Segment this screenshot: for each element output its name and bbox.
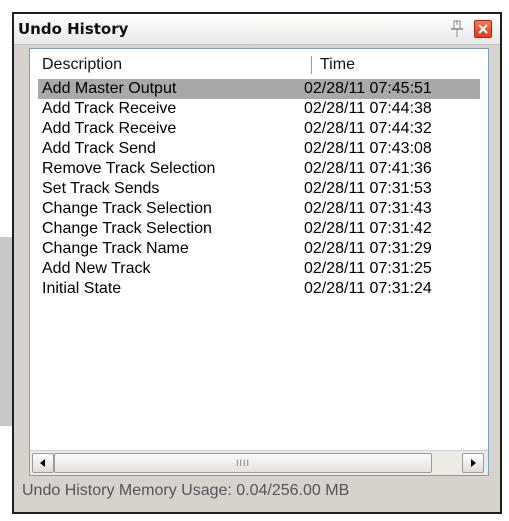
column-header-description[interactable]: Description <box>42 56 122 74</box>
list-item[interactable]: Change Track Selection 02/28/11 07:31:43 <box>38 199 480 219</box>
item-description: Add Track Receive <box>42 120 177 137</box>
list-item[interactable]: Add Track Receive 02/28/11 07:44:32 <box>38 119 480 139</box>
list-item[interactable]: Change Track Selection 02/28/11 07:31:42 <box>38 219 480 239</box>
item-description: Add New Track <box>42 260 151 277</box>
item-description: Set Track Sends <box>42 180 160 197</box>
column-header-time[interactable]: Time <box>320 56 355 74</box>
close-icon <box>478 24 488 34</box>
item-time: 02/28/11 07:31:24 <box>304 280 432 297</box>
column-divider[interactable] <box>311 56 312 74</box>
item-description: Change Track Selection <box>42 200 212 217</box>
list-item[interactable]: Change Track Name 02/28/11 07:31:29 <box>38 239 480 259</box>
window-title: Undo History <box>18 20 129 38</box>
item-description: Add Track Receive <box>42 100 177 117</box>
scroll-thumb[interactable]: IIII <box>54 453 432 473</box>
list-item[interactable]: Add Track Receive 02/28/11 07:44:38 <box>38 99 480 119</box>
item-description: Change Track Selection <box>42 220 212 237</box>
arrow-left-icon <box>40 459 45 467</box>
item-description: Initial State <box>42 280 122 297</box>
horizontal-scrollbar[interactable]: IIII <box>30 450 488 475</box>
item-time: 02/28/11 07:31:53 <box>304 180 432 197</box>
scroll-right-button[interactable] <box>462 453 484 473</box>
item-description: Remove Track Selection <box>42 160 216 177</box>
list-item[interactable]: Add Master Output 02/28/11 07:45:51 <box>38 79 480 99</box>
item-description: Add Master Output <box>42 80 177 97</box>
item-time: 02/28/11 07:31:25 <box>304 260 432 277</box>
item-time: 02/28/11 07:41:36 <box>304 160 432 177</box>
list-item[interactable]: Initial State 02/28/11 07:31:24 <box>38 279 480 299</box>
scroll-left-button[interactable] <box>32 453 54 473</box>
item-description: Change Track Name <box>42 240 189 257</box>
title-bar[interactable]: Undo History <box>14 14 500 45</box>
item-time: 02/28/11 07:31:29 <box>304 240 432 257</box>
list-item[interactable]: Remove Track Selection 02/28/11 07:41:36 <box>38 159 480 179</box>
pin-icon[interactable] <box>448 19 466 39</box>
item-time: 02/28/11 07:31:43 <box>304 200 432 217</box>
item-time: 02/28/11 07:44:38 <box>304 100 432 117</box>
item-time: 02/28/11 07:44:32 <box>304 120 432 137</box>
close-button[interactable] <box>474 20 492 38</box>
list-item[interactable]: Add New Track 02/28/11 07:31:25 <box>38 259 480 279</box>
item-time: 02/28/11 07:43:08 <box>304 140 432 157</box>
memory-usage-status: Undo History Memory Usage: 0.04/256.00 M… <box>22 482 350 499</box>
list-item[interactable]: Add Track Send 02/28/11 07:43:08 <box>38 139 480 159</box>
list-header: Description Time <box>30 49 488 79</box>
undo-history-window: Undo History Description Time Add Master… <box>12 12 502 514</box>
item-time: 02/28/11 07:45:51 <box>304 80 432 97</box>
list-item[interactable]: Set Track Sends 02/28/11 07:31:53 <box>38 179 480 199</box>
undo-history-list[interactable]: Description Time Add Master Output 02/28/… <box>29 48 489 476</box>
item-description: Add Track Send <box>42 140 156 157</box>
item-time: 02/28/11 07:31:42 <box>304 220 432 237</box>
arrow-right-icon <box>471 459 476 467</box>
